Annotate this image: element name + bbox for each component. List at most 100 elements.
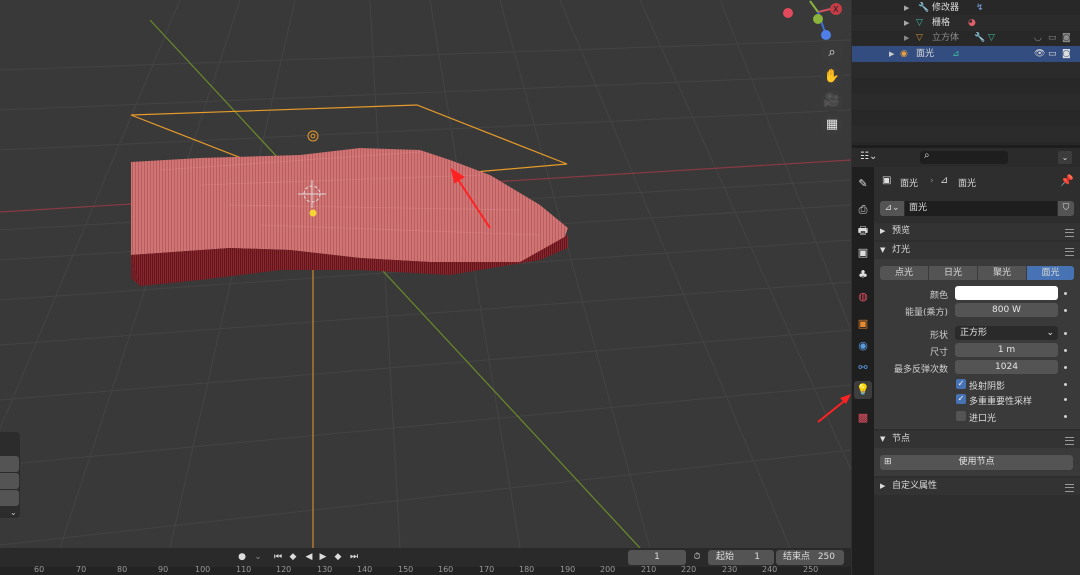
datablock-browse-icon[interactable]: ⊿⌄ [880,201,904,216]
camera-render-icon[interactable]: ◙ [1062,30,1071,46]
zoom-icon[interactable]: ⌕ [821,42,843,64]
editor-type-icon[interactable]: ☷⌄ [860,151,877,162]
fake-user-shield-icon[interactable]: ⛉ [1058,201,1074,216]
next-keyframe-icon[interactable]: ◆ [331,551,345,564]
outliner-row-grid[interactable]: ▶ ▽ 栅格 ◕ [852,15,1080,31]
object-origin[interactable] [309,209,317,217]
physics-tab-icon[interactable]: ◉ [854,337,872,355]
terrain-mesh[interactable] [131,148,568,286]
timeline[interactable]: ● ⌄ ⏮ ◆ ◀ ▶ ◆ ⏭ 1 ⏱ 起始 1 结束点 250 60 70 8… [0,548,851,575]
section-custom-properties[interactable]: ▶ 自定义属性 [874,478,1080,495]
portal-checkbox[interactable] [956,411,966,421]
stopwatch-icon[interactable]: ⏱ [690,551,704,564]
record-options-icon[interactable]: ⌄ [253,551,263,564]
shape-dropdown[interactable]: 正方形 ⌄ [955,326,1058,340]
section-nodes[interactable]: ▼ 节点 [874,431,1080,448]
keyframe-dot[interactable] [1064,398,1067,401]
start-frame-field[interactable]: 起始 1 [708,550,774,565]
play-reverse-icon[interactable]: ◀ [302,551,316,564]
camera-view-icon[interactable]: 🎥 [821,90,843,112]
operator-field[interactable] [0,490,19,506]
render-tab-icon[interactable]: ⎙ [854,201,872,219]
light-gizmo[interactable] [307,130,319,142]
record-icon[interactable]: ● [236,551,248,564]
keyframe-dot[interactable] [1064,332,1067,335]
tool-tab-icon[interactable]: ✎ [854,175,872,193]
jump-start-icon[interactable]: ⏮ [271,551,285,564]
light-type-point[interactable]: 点光 [880,266,928,280]
visibility-eye-icon[interactable]: ◡ [1034,30,1042,46]
outliner-row-area-light[interactable]: ▶ ◉ 面光 ⊿ 👁 ▭ ◙ [852,46,1080,62]
visibility-eye-icon[interactable]: 👁 [1034,46,1045,62]
light-data-tab-icon[interactable]: 💡 [854,381,872,399]
jump-end-icon[interactable]: ⏭ [347,551,361,564]
object-icon: ▣ [882,175,892,186]
keyframe-dot[interactable] [1064,415,1067,418]
frame-ruler[interactable]: 60 70 80 90 100 110 120 130 140 150 160 … [0,565,851,575]
chevron-down-icon[interactable]: ⌄ [1058,151,1072,164]
drag-handle-icon[interactable] [1065,484,1074,492]
expand-arrow-icon: ▼ [880,246,886,254]
max-bounces-field[interactable]: 1024 [955,360,1058,374]
output-tab-icon[interactable]: 🖶 [854,222,872,240]
keyframe-dot[interactable] [1064,309,1067,312]
expand-arrow-icon[interactable]: ▶ [889,46,894,62]
operator-panel[interactable]: ⌄ [0,432,20,518]
end-frame-field[interactable]: 结束点 250 [776,550,844,565]
play-icon[interactable]: ▶ [316,551,330,564]
constraints-tab-icon[interactable]: ⚯ [854,359,872,377]
drag-handle-icon[interactable] [1065,229,1074,237]
current-frame-field[interactable]: 1 [628,550,686,565]
use-nodes-button[interactable]: ⊞ 使用节点 [880,455,1073,470]
light-color-swatch[interactable] [955,286,1058,300]
pan-hand-icon[interactable]: ✋ [821,66,843,88]
ruler-tick: 70 [76,565,87,574]
ruler-tick: 130 [317,565,333,574]
view-layer-tab-icon[interactable]: ▣ [854,244,872,262]
expand-arrow-icon[interactable]: ▶ [904,0,909,16]
section-preview[interactable]: ▶ 预览 [874,223,1080,240]
cast-shadow-checkbox[interactable]: ✓ [956,379,966,389]
section-light[interactable]: ▼ 灯光 [874,242,1080,259]
monitor-icon[interactable]: ▭ [1048,30,1057,46]
scene-tab-icon[interactable]: ♣ [854,266,872,284]
chevron-down-icon[interactable]: ⌄ [10,508,17,517]
world-tab-icon[interactable]: ◍ [854,288,872,306]
prev-keyframe-icon[interactable]: ◆ [286,551,300,564]
modifier-icon: ↯ [976,3,984,13]
keyframe-dot[interactable] [1064,349,1067,352]
datablock-name-field[interactable]: 面光 [905,201,1057,216]
keyframe-dot[interactable] [1064,366,1067,369]
floor-grid [0,0,851,548]
outliner-row-cube[interactable]: ▶ ▽ 立方体 🔧 ▽ ◡ ▭ ◙ [852,30,1080,46]
texture-tab-icon[interactable]: ▩ [854,409,872,427]
perspective-grid-icon[interactable]: ▦ [821,114,843,136]
ruler-tick: 230 [722,565,738,574]
mis-checkbox[interactable]: ✓ [956,394,966,404]
operator-field[interactable] [0,456,19,472]
outliner-row-modifiers[interactable]: ▶ 🔧 修改器 ↯ [852,0,1080,16]
3d-viewport[interactable]: X ⌕ ✋ 🎥 ▦ ⌄ [0,0,851,548]
size-field[interactable]: 1 m [955,343,1058,357]
light-type-spot[interactable]: 聚光 [978,266,1026,280]
operator-field[interactable] [0,473,19,489]
expand-arrow-icon[interactable]: ▶ [904,30,909,46]
monitor-icon[interactable]: ▭ [1048,46,1057,62]
keyframe-dot[interactable] [1064,292,1067,295]
camera-render-icon[interactable]: ◙ [1062,46,1071,62]
light-type-sun[interactable]: 日光 [929,266,977,280]
pin-icon[interactable]: 📌 [1060,174,1074,187]
navigation-gizmo[interactable]: X [783,0,842,40]
drag-handle-icon[interactable] [1065,437,1074,445]
outliner[interactable]: ▶ 🔧 修改器 ↯ ▶ ▽ 栅格 ◕ ▶ ▽ 立方体 🔧 ▽ ◡ ▭ ◙ ▶ ◉… [852,0,1080,145]
light-type-area[interactable]: 面光 [1027,266,1074,280]
ruler-tick: 180 [519,565,535,574]
properties-header: ☷⌄ ⌕ ⌄ [852,148,1080,167]
keyframe-dot[interactable] [1064,383,1067,386]
energy-field[interactable]: 800 W [955,303,1058,317]
drag-handle-icon[interactable] [1065,248,1074,256]
properties-search-input[interactable]: ⌕ [920,150,1008,164]
object-tab-icon[interactable]: ▣ [854,315,872,333]
expand-arrow-icon[interactable]: ▶ [904,15,909,31]
ruler-tick: 90 [158,565,169,574]
